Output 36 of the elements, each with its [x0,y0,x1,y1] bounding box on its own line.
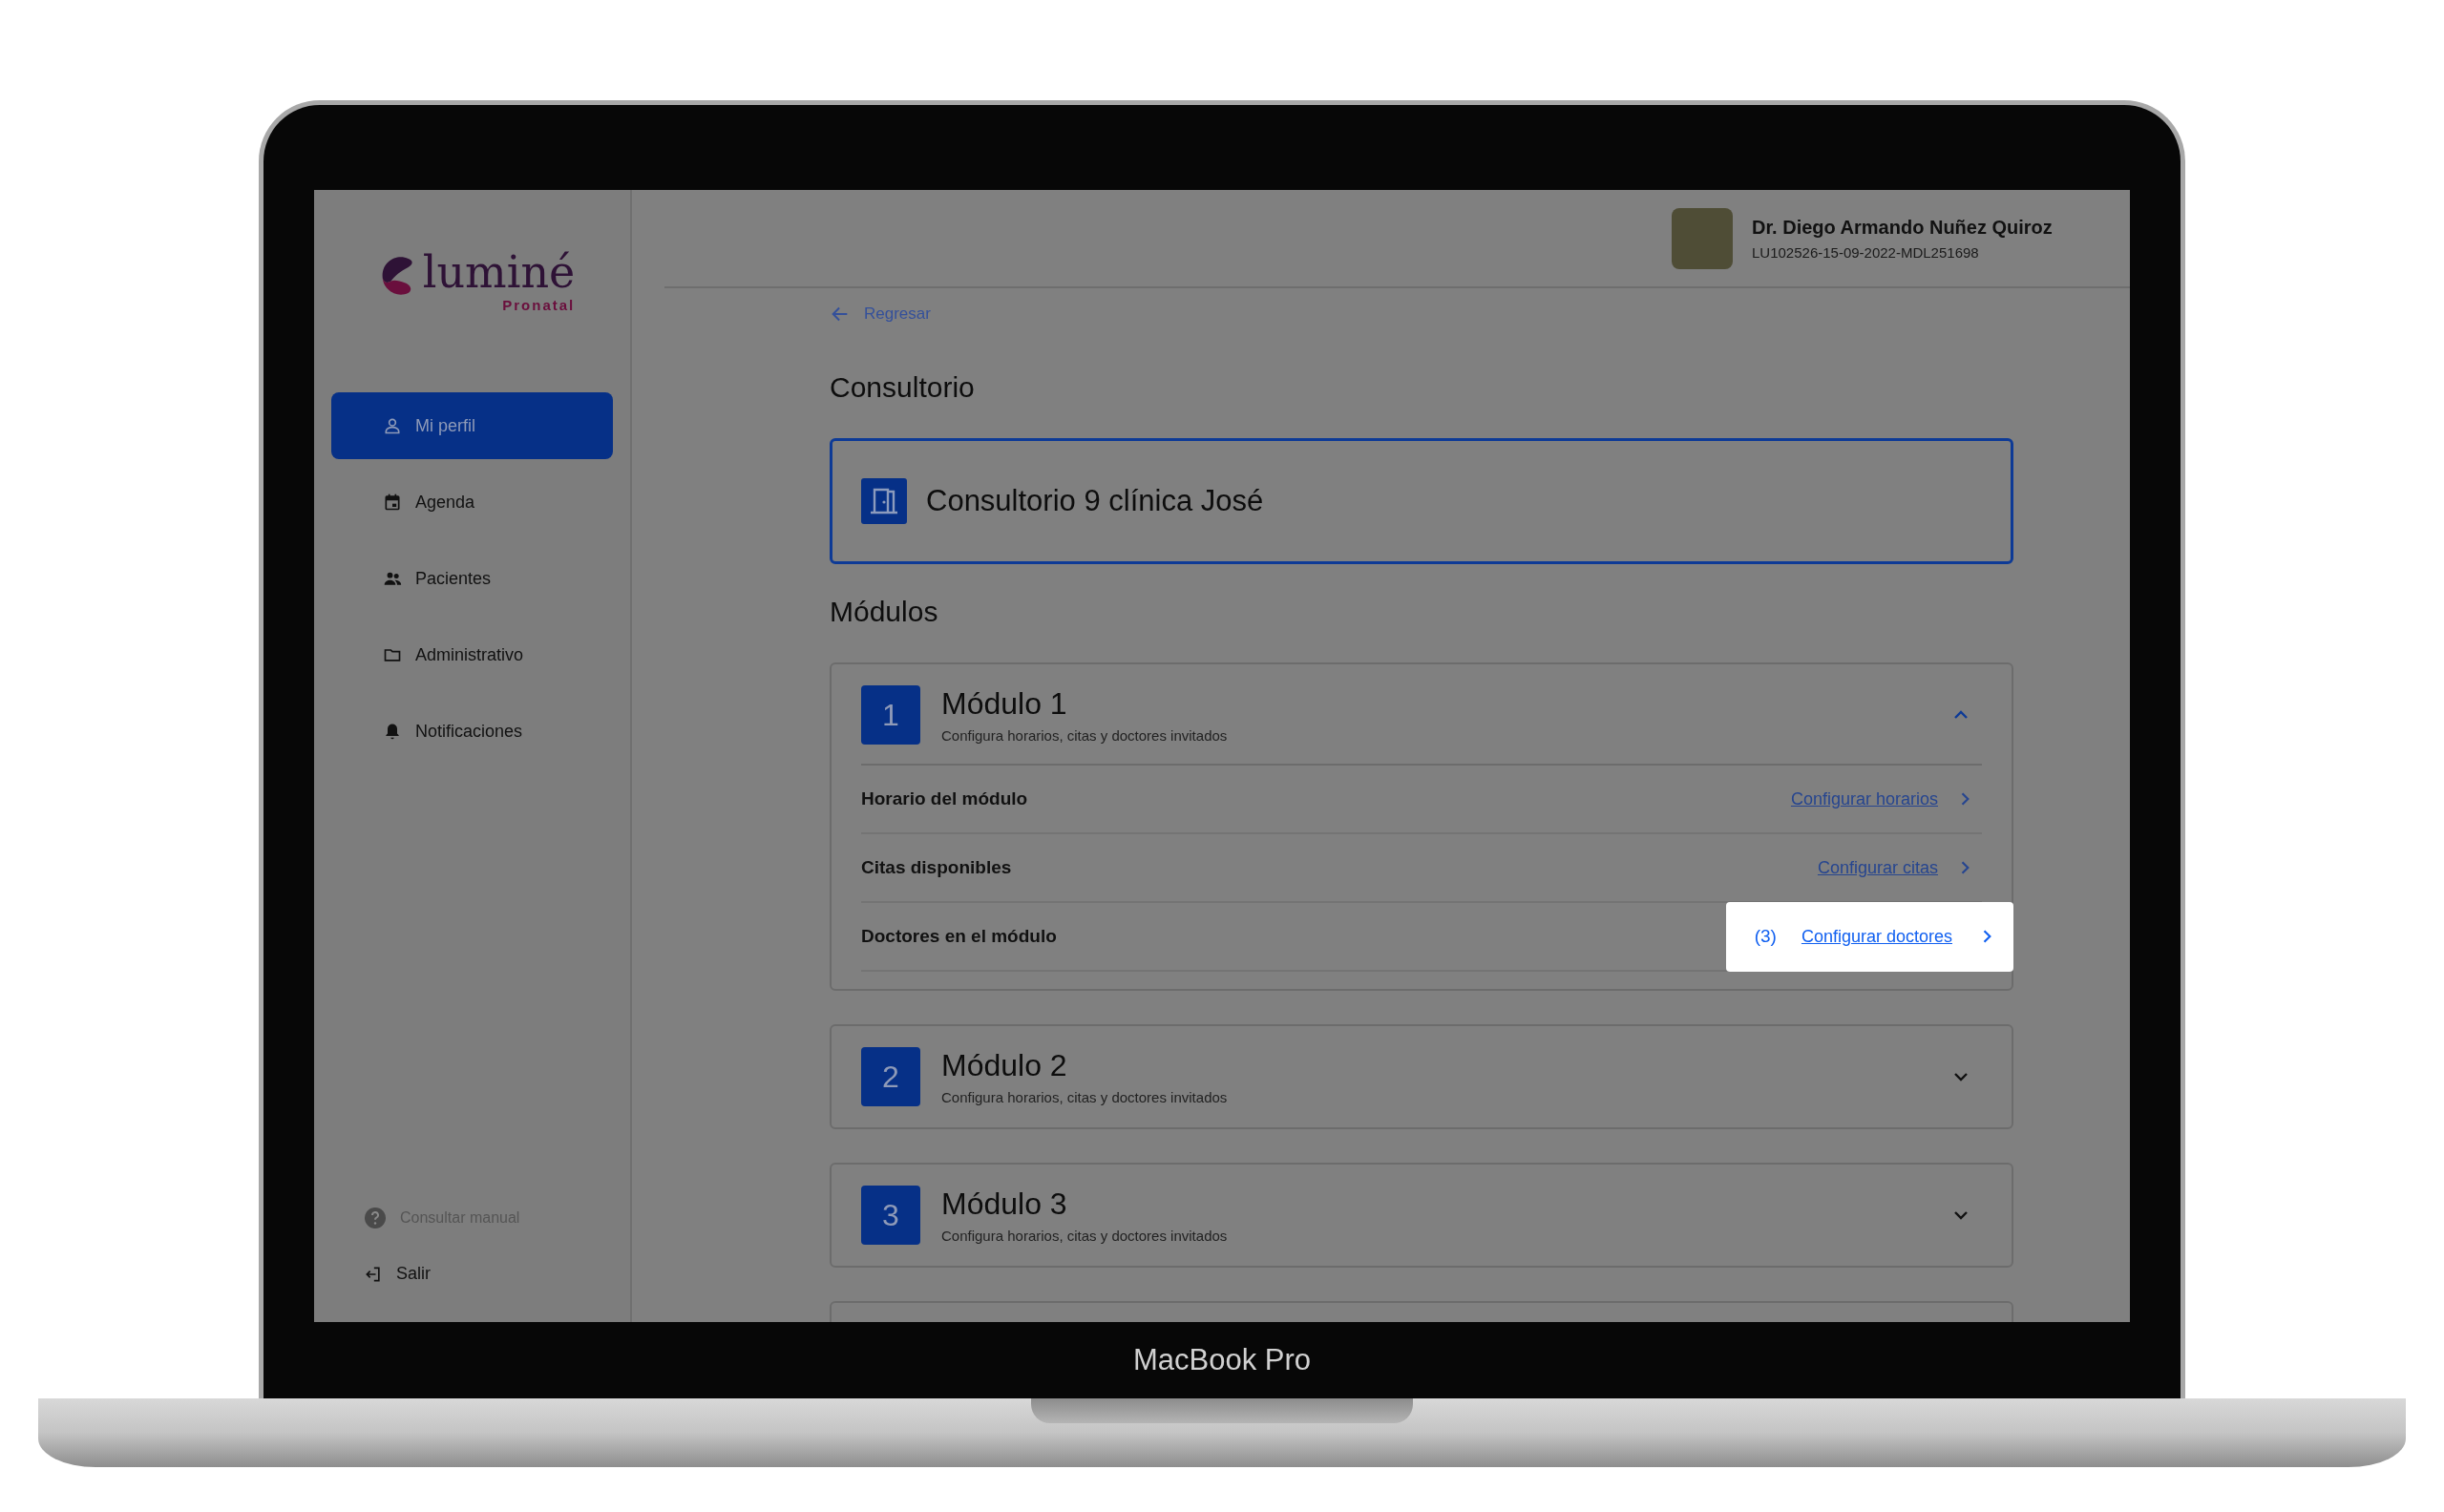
user-id: LU102526-15-09-2022-MDL251698 [1752,243,1980,261]
device-label: MacBook Pro [1132,1342,1312,1378]
module-number: 1 [861,685,920,745]
module-title: Módulo 1 [941,686,1068,722]
module-subtitle: Configura horarios, citas y doctores invitados [941,1089,1229,1105]
nav-item[interactable]: Notificaciones [331,698,613,765]
configure-link[interactable]: Configurar doctores [1801,926,1952,947]
row-label: Citas disponibles [861,857,1012,878]
nav-item[interactable]: Pacientes [331,545,613,612]
logo-tagline: Pronatal [502,297,576,313]
row-label: Doctores en el módulo [861,926,1057,947]
section-heading: Módulos [830,595,939,629]
logout-link[interactable]: Salir [364,1264,630,1284]
office-name: Consultorio 9 clínica José [926,484,1264,518]
person-icon [383,416,402,435]
bell-icon [383,722,402,741]
nav-item[interactable]: Administrativo [331,621,613,688]
module-title: Módulo 3 [941,1186,1068,1222]
configure-link[interactable]: Configurar horarios [1790,788,1938,809]
configure-link[interactable]: Configurar citas [1817,857,1938,878]
module-title: Módulo 2 [941,1048,1068,1083]
logo-name: luminé [422,247,576,297]
module-subtitle: Configura horarios, citas y doctores invitados [941,727,1229,744]
nav-item[interactable]: Mi perfil [331,392,613,459]
calendar-icon [383,493,402,512]
section-heading: Consultorio [830,370,976,405]
doctor-count: (3) [1754,926,1777,947]
module-subtitle: Configura horarios, citas y doctores invitados [941,1228,1229,1244]
nav-item[interactable]: Agenda [331,469,613,536]
row-label: Horario del módulo [861,788,1028,809]
door-icon [861,478,907,524]
user-name: Dr. Diego Armando Nuñez Quiroz [1752,216,2053,239]
help-icon [364,1207,387,1229]
avatar-photo-placeholder [1672,207,1733,269]
module-number: 2 [861,1047,920,1106]
module-number: 3 [861,1186,920,1245]
